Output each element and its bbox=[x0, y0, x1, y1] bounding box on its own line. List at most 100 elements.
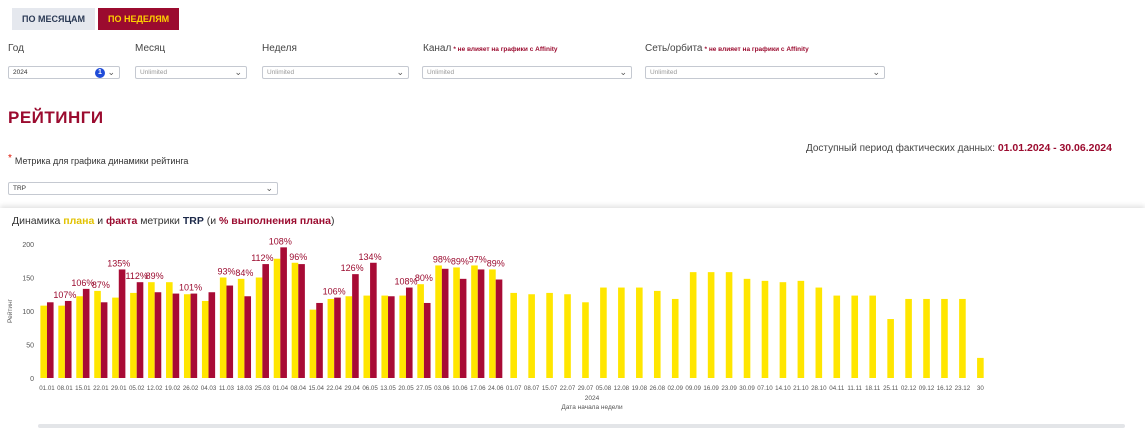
plan-completion-label: 107% bbox=[53, 290, 76, 300]
plan-bar bbox=[761, 280, 769, 378]
x-tick-label: 25.11 bbox=[883, 385, 899, 392]
period-label: Доступный период фактических данных: bbox=[805, 143, 996, 154]
x-tick-label: 09.12 bbox=[919, 385, 935, 392]
x-tick-label: 29.04 bbox=[344, 385, 360, 392]
x-tick-label: 04.03 bbox=[201, 385, 217, 392]
chevron-down-icon: ⌄ bbox=[872, 67, 880, 77]
plan-bar bbox=[94, 290, 101, 378]
fact-bar bbox=[352, 274, 359, 378]
x-tick-label: 15.01 bbox=[75, 385, 91, 392]
channel-label: Канал * не влияет на графики с Affinity bbox=[423, 43, 558, 54]
x-tick-label: 24.06 bbox=[488, 385, 504, 392]
week-select[interactable]: Unlimited ⌄ bbox=[262, 66, 409, 79]
x-tick-label: 16.12 bbox=[937, 385, 953, 392]
plan-bar bbox=[815, 287, 823, 378]
plan-completion-label: 89% bbox=[451, 256, 469, 266]
x-tick-label: 30 bbox=[977, 385, 984, 392]
week-label: Неделя bbox=[262, 43, 297, 54]
plan-bar bbox=[309, 309, 317, 378]
plan-bar bbox=[905, 298, 912, 378]
x-tick-label: 27.05 bbox=[416, 385, 432, 392]
plan-bar bbox=[58, 305, 65, 378]
x-tick-label: 29.01 bbox=[111, 385, 127, 392]
x-tick-label: 30.09 bbox=[739, 385, 755, 392]
fact-bar bbox=[334, 297, 341, 378]
x-tick-label: 19.02 bbox=[165, 385, 181, 392]
fact-bar bbox=[118, 269, 126, 378]
x-axis-year-label: 2024 bbox=[585, 395, 600, 402]
plan-bar bbox=[255, 277, 263, 378]
fact-bar bbox=[172, 293, 180, 378]
month-select[interactable]: Unlimited ⌄ bbox=[135, 66, 247, 79]
x-tick-label: 20.05 bbox=[398, 385, 414, 392]
plan-bar bbox=[435, 265, 442, 378]
x-tick-label: 09.09 bbox=[685, 385, 701, 392]
plan-completion-label: 87% bbox=[92, 280, 110, 290]
plan-bar bbox=[219, 277, 227, 378]
x-tick-label: 18.03 bbox=[237, 385, 253, 392]
plan-bar bbox=[779, 282, 787, 378]
plan-bar bbox=[166, 282, 173, 378]
plan-bar bbox=[959, 298, 966, 378]
plan-completion-label: 98% bbox=[433, 254, 451, 264]
plan-bar bbox=[851, 295, 859, 378]
view-tabs: ПО МЕСЯЦАМ ПО НЕДЕЛЯМ bbox=[12, 8, 180, 30]
x-tick-label: 12.02 bbox=[147, 385, 163, 392]
fact-bar bbox=[46, 302, 54, 378]
chevron-down-icon: ⌄ bbox=[107, 67, 115, 77]
plan-completion-label: 126% bbox=[341, 263, 364, 273]
section-title: РЕЙТИНГИ bbox=[8, 108, 104, 127]
plan-bar bbox=[363, 295, 371, 378]
chevron-down-icon: ⌄ bbox=[265, 183, 273, 193]
year-count-badge: 1 bbox=[95, 68, 105, 78]
plan-bar bbox=[237, 278, 245, 378]
chevron-down-icon: ⌄ bbox=[619, 67, 627, 77]
x-tick-label: 08.07 bbox=[524, 385, 540, 392]
x-tick-label: 22.01 bbox=[93, 385, 109, 392]
plan-completion-label: 112% bbox=[126, 271, 148, 281]
fact-bar bbox=[190, 293, 198, 378]
fact-bar bbox=[370, 262, 377, 378]
plan-bar bbox=[381, 295, 389, 378]
fact-bar bbox=[441, 268, 449, 378]
fact-bar bbox=[495, 279, 503, 378]
plan-bar bbox=[618, 287, 625, 378]
x-tick-label: 02.12 bbox=[901, 385, 917, 392]
x-tick-label: 28.10 bbox=[811, 385, 827, 392]
plan-bar bbox=[582, 302, 589, 378]
network-select[interactable]: Unlimited ⌄ bbox=[645, 66, 885, 79]
plan-completion-label: 96% bbox=[289, 252, 307, 262]
fact-bar bbox=[100, 302, 108, 378]
tab-by-weeks[interactable]: ПО НЕДЕЛЯМ bbox=[98, 8, 180, 30]
year-label: Год bbox=[8, 43, 24, 54]
week-value: Unlimited bbox=[267, 69, 295, 76]
network-note: * не влияет на графики с Affinity bbox=[704, 46, 809, 53]
channel-select[interactable]: Unlimited ⌄ bbox=[422, 66, 632, 79]
metric-select[interactable]: TRP ⌄ bbox=[8, 182, 278, 195]
plan-bar bbox=[636, 287, 643, 378]
chevron-down-icon: ⌄ bbox=[234, 67, 242, 77]
plan-bar bbox=[725, 272, 733, 378]
plan-bar bbox=[417, 284, 424, 378]
plan-bar bbox=[453, 267, 460, 378]
plan-bar bbox=[941, 298, 948, 378]
x-tick-label: 11.11 bbox=[847, 385, 862, 392]
x-tick-label: 06.05 bbox=[362, 385, 378, 392]
plan-bar bbox=[471, 265, 478, 378]
horizontal-scrollbar[interactable] bbox=[38, 424, 1125, 428]
plan-bar bbox=[546, 292, 553, 378]
x-tick-label: 12.08 bbox=[614, 385, 630, 392]
plan-bar bbox=[327, 298, 335, 378]
tab-by-months[interactable]: ПО МЕСЯЦАМ bbox=[12, 8, 96, 30]
metric-value: TRP bbox=[13, 185, 26, 192]
year-select[interactable]: 2024 1 ⌄ bbox=[8, 66, 120, 79]
fact-bar bbox=[136, 282, 144, 378]
x-tick-label: 29.07 bbox=[578, 385, 594, 392]
month-value: Unlimited bbox=[140, 69, 168, 76]
plan-bar bbox=[201, 300, 209, 378]
fact-bar bbox=[477, 269, 485, 378]
plan-bar bbox=[887, 319, 894, 378]
x-tick-label: 03.06 bbox=[434, 385, 450, 392]
period-separator: - bbox=[1053, 142, 1057, 154]
plan-bar bbox=[707, 272, 715, 378]
